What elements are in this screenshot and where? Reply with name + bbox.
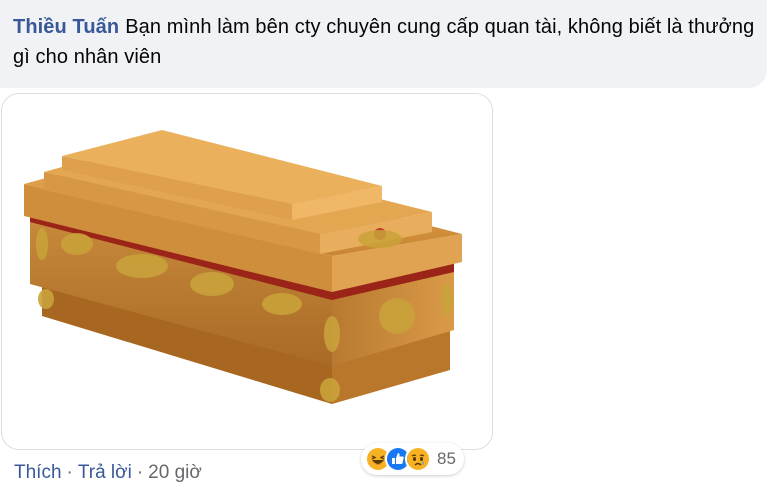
reaction-count: 85 xyxy=(437,449,456,468)
reply-link[interactable]: Trả lời xyxy=(78,462,132,484)
comment-image[interactable] xyxy=(1,93,493,450)
like-link[interactable]: Thích xyxy=(14,462,62,484)
separator: · xyxy=(136,462,144,483)
sad-icon xyxy=(405,446,431,472)
comment-body: Thiều Tuấn Bạn mình làm bên cty chuyên cu… xyxy=(13,12,767,72)
timestamp[interactable]: 20 giờ xyxy=(148,462,202,484)
comment-bubble: Thiều Tuấn Bạn mình làm bên cty chuyên cu… xyxy=(0,0,767,88)
reactions-summary[interactable]: 85 xyxy=(361,443,464,475)
comment-author[interactable]: Thiều Tuấn xyxy=(13,16,119,38)
comment-actions: Thích · Trả lời · 20 giờ xyxy=(14,459,202,487)
coffin-image xyxy=(2,94,492,449)
separator: · xyxy=(66,462,73,483)
comment-text: Bạn mình làm bên cty chuyên cung cấp qua… xyxy=(13,16,755,68)
